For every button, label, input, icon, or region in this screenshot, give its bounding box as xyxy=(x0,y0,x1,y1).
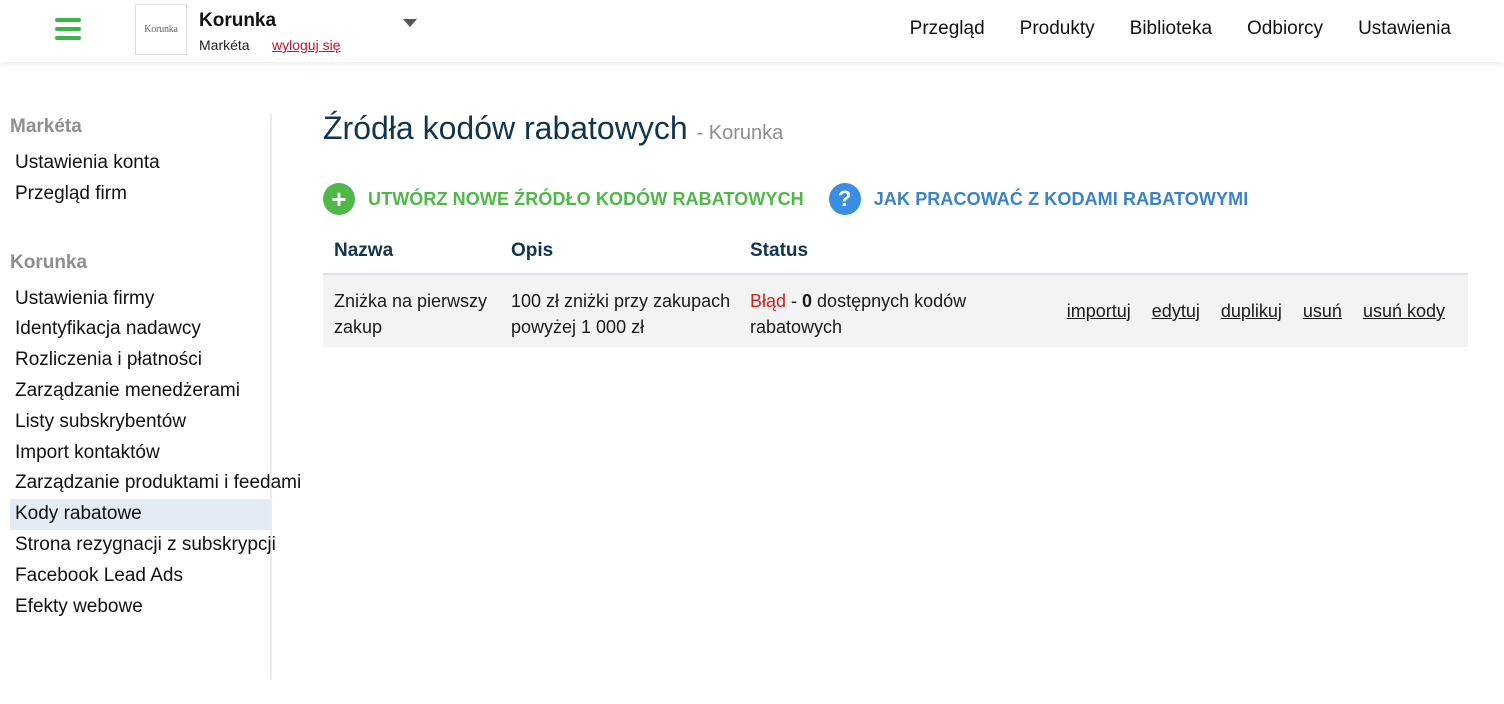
hamburger-menu-icon[interactable] xyxy=(55,18,81,40)
logo-text: Korunka xyxy=(144,24,178,35)
help-discount-codes-link[interactable]: ? JAK PRACOWAĆ Z KODAMI RABATOWYMI xyxy=(828,183,1249,215)
company-logo: Korunka xyxy=(135,4,187,55)
sidebar-group-title-company: Korunka xyxy=(10,251,88,273)
row-description-line: powyżej 1 000 zł xyxy=(511,317,645,337)
sidebar-item-strona-rezygnacji[interactable]: Strona rezygnacji z subskrypcji xyxy=(10,530,276,561)
question-icon: ? xyxy=(828,183,861,215)
sidebar-item-rozliczenia[interactable]: Rozliczenia i płatności xyxy=(10,345,270,376)
create-discount-source-label: UTWÓRZ NOWE ŹRÓDŁO KODÓW RABATOWYCH xyxy=(368,188,804,209)
sidebar-group-title-user: Markéta xyxy=(10,116,82,137)
column-header-name: Nazwa xyxy=(334,240,394,261)
edit-link[interactable]: edytuj xyxy=(1152,298,1200,324)
row-name-cell: Zniżka na pierwszy zakup xyxy=(334,288,487,340)
sidebar-item-efekty-webowe[interactable]: Efekty webowe xyxy=(10,592,270,623)
table-row: Zniżka na pierwszy zakup 100 zł zniżki p… xyxy=(323,275,1468,347)
help-discount-codes-label: JAK PRACOWAĆ Z KODAMI RABATOWYMI xyxy=(873,188,1249,209)
discount-sources-table: Nazwa Opis Status Zniżka na pierwszy zak… xyxy=(323,238,1468,347)
top-nav: Przegląd Produkty Biblioteka Odbiorcy Us… xyxy=(910,18,1451,40)
column-header-description: Opis xyxy=(511,240,554,261)
logout-link[interactable]: wyloguj się xyxy=(272,37,340,53)
page-title: Źródła kodów rabatowych - Korunka xyxy=(323,110,1468,147)
sidebar-item-facebook-lead-ads[interactable]: Facebook Lead Ads xyxy=(10,561,270,592)
nav-biblioteka[interactable]: Biblioteka xyxy=(1130,18,1212,40)
sidebar-item-przeglad-firm[interactable]: Przegląd firm xyxy=(10,179,270,210)
delete-codes-link[interactable]: usuń kody xyxy=(1363,298,1445,324)
status-error-label: Błąd xyxy=(750,291,787,311)
sidebar-item-kody-rabatowe[interactable]: Kody rabatowe xyxy=(10,499,270,530)
plus-icon: + xyxy=(323,183,355,215)
sidebar-item-ustawienia-firmy[interactable]: Ustawienia firmy xyxy=(10,284,270,315)
page-subtitle: - Korunka xyxy=(696,122,784,144)
nav-ustawienia[interactable]: Ustawienia xyxy=(1358,18,1451,40)
sidebar-item-import-kontaktow[interactable]: Import kontaktów xyxy=(10,438,270,469)
row-description-cell: 100 zł zniżki przy zakupach powyżej 1 00… xyxy=(511,288,730,340)
nav-produkty[interactable]: Produkty xyxy=(1020,18,1095,40)
delete-link[interactable]: usuń xyxy=(1303,298,1342,324)
table-header: Nazwa Opis Status xyxy=(323,238,1468,275)
user-name: Markéta xyxy=(199,37,250,53)
row-name-line: Zniżka na pierwszy xyxy=(334,291,488,311)
nav-odbiorcy[interactable]: Odbiorcy xyxy=(1247,18,1323,40)
row-actions: importuj edytuj duplikuj usuń usuń kody xyxy=(1067,298,1445,324)
sidebar-item-listy-subskrybentow[interactable]: Listy subskrybentów xyxy=(10,407,270,438)
nav-przeglad[interactable]: Przegląd xyxy=(910,18,985,40)
company-name: Korunka xyxy=(199,10,277,31)
available-codes-count: 0 xyxy=(802,291,813,311)
sidebar: Markéta Ustawienia konta Przegląd firm K… xyxy=(0,114,301,680)
page-title-text: Źródła kodów rabatowych xyxy=(323,110,688,146)
status-separator: - xyxy=(786,291,803,311)
status-text: dostępnych kodów xyxy=(812,291,967,311)
column-header-status: Status xyxy=(750,240,809,261)
sidebar-item-produkty-feedy[interactable]: Zarządzanie produktami i feedami xyxy=(10,468,301,499)
sidebar-item-menedzerowie[interactable]: Zarządzanie menedżerami xyxy=(10,376,270,407)
action-bar: + UTWÓRZ NOWE ŹRÓDŁO KODÓW RABATOWYCH ? … xyxy=(323,183,1248,215)
row-status-cell: Błąd - 0 dostępnych kodów rabatowych xyxy=(750,288,966,340)
sidebar-item-identyfikacja-nadawcy[interactable]: Identyfikacja nadawcy xyxy=(10,314,270,345)
create-discount-source-button[interactable]: + UTWÓRZ NOWE ŹRÓDŁO KODÓW RABATOWYCH xyxy=(323,183,804,215)
chevron-down-icon[interactable] xyxy=(403,19,417,27)
sidebar-item-ustawienia-konta[interactable]: Ustawienia konta xyxy=(10,148,270,179)
row-name-line: zakup xyxy=(334,317,383,337)
status-text-line2: rabatowych xyxy=(750,317,843,337)
import-link[interactable]: importuj xyxy=(1067,298,1131,324)
duplicate-link[interactable]: duplikuj xyxy=(1221,298,1282,324)
top-bar: Korunka Korunka Markéta wyloguj się Prze… xyxy=(0,0,1504,62)
row-description-line: 100 zł zniżki przy zakupach xyxy=(511,291,731,311)
main-content: Źródła kodów rabatowych - Korunka + UTWÓ… xyxy=(323,110,1468,347)
